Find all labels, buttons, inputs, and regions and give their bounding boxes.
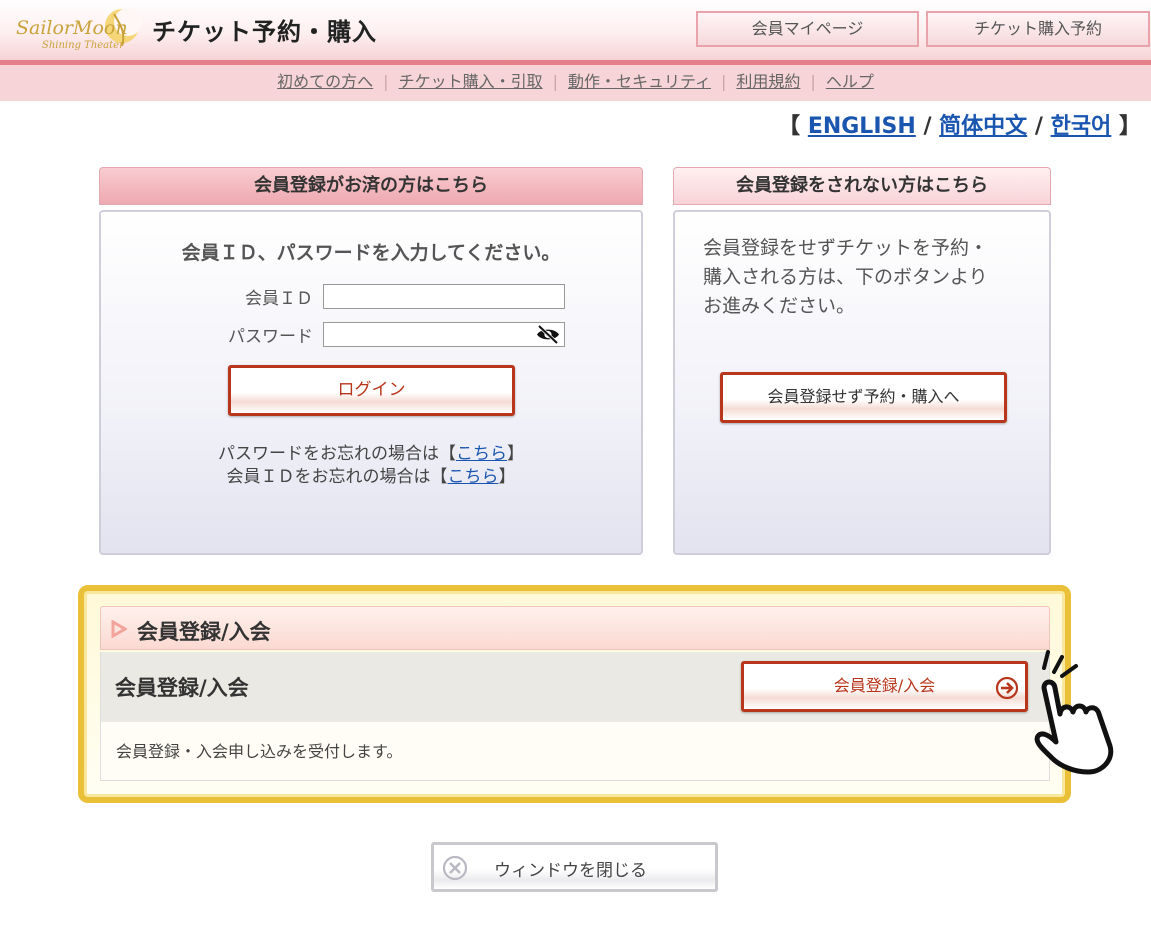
pointing-hand-icon — [1034, 650, 1114, 775]
forgot-password-suffix: 】 — [507, 444, 524, 464]
ticket-purchase-reservation-button[interactable]: チケット購入予約 — [926, 11, 1150, 47]
forgot-id-suffix: 】 — [498, 467, 516, 487]
registration-row: 会員登録/入会 会員登録/入会 — [100, 652, 1050, 722]
login-prompt: 会員ＩＤ、パスワードを入力してください。 — [181, 242, 561, 264]
forgot-password-text: パスワードをお忘れの場合は【 — [218, 444, 456, 464]
guest-panel: 会員登録をせずチケットを予約・購入される方は、下のボタンよりお進みください。 会… — [673, 210, 1051, 555]
member-login-panel: 会員ＩＤ、パスワードを入力してください。 会員ＩＤ パスワード ログイン パスワ… — [99, 210, 643, 555]
registration-description: 会員登録・入会申し込みを受付します。 — [100, 722, 1050, 781]
forgot-id-text: 会員ＩＤをお忘れの場合は【 — [226, 467, 448, 487]
lang-bracket-close: 】 — [1118, 114, 1141, 139]
arrow-right-circle-icon — [995, 676, 1019, 700]
nav-security[interactable]: 動作・セキュリティ — [568, 72, 711, 91]
close-window-label: ウィンドウを閉じる — [494, 861, 647, 881]
hide-password-icon[interactable] — [536, 325, 560, 344]
password-input[interactable] — [323, 322, 565, 347]
member-id-input[interactable] — [323, 284, 565, 309]
sailor-moon-logo[interactable]: SailorMoon Shining Theater — [14, 6, 144, 56]
continue-without-registration-button[interactable]: 会員登録せず予約・購入へ — [720, 372, 1007, 423]
registration-section-title: 会員登録/入会 — [137, 620, 271, 644]
login-button[interactable]: ログイン — [228, 365, 515, 416]
nav-separator: | — [810, 72, 816, 91]
header: SailorMoon Shining Theater チケット予約・購入 会員マ… — [0, 0, 1151, 60]
forgot-password-link[interactable]: こちら — [456, 444, 507, 464]
password-label: パスワード — [228, 327, 313, 347]
nav-ticket-purchase[interactable]: チケット購入・引取 — [399, 72, 543, 91]
nav-separator: | — [383, 72, 389, 91]
registration-section-header: 会員登録/入会 — [100, 606, 1050, 650]
close-window-button[interactable]: ウィンドウを閉じる — [431, 842, 718, 892]
member-mypage-button[interactable]: 会員マイページ — [696, 11, 919, 47]
lang-chinese-link[interactable]: 简体中文 — [939, 114, 1027, 139]
lang-english-link[interactable]: ENGLISH — [808, 114, 916, 139]
language-selector: 【 ENGLISH / 简体中文 / 한국어 】 — [778, 108, 1141, 140]
member-panel-heading: 会員登録がお済の方はこちら — [99, 167, 643, 205]
nav-separator: | — [721, 72, 727, 91]
lang-slash: / — [923, 114, 932, 139]
guest-description: 会員登録をせずチケットを予約・購入される方は、下のボタンよりお進みください。 — [703, 237, 989, 317]
svg-text:SailorMoon: SailorMoon — [16, 17, 128, 39]
forgot-password-line: パスワードをお忘れの場合は【こちら】 — [101, 439, 641, 464]
close-circle-icon — [442, 855, 468, 881]
lang-slash: / — [1034, 114, 1043, 139]
forgot-id-link[interactable]: こちら — [448, 467, 499, 487]
member-registration-button[interactable]: 会員登録/入会 — [741, 661, 1028, 712]
forgot-id-line: 会員ＩＤをお忘れの場合は【こちら】 — [101, 462, 641, 487]
nav-terms[interactable]: 利用規約 — [736, 72, 800, 91]
registration-row-title: 会員登録/入会 — [115, 676, 249, 700]
sub-navigation: 初めての方へ | チケット購入・引取 | 動作・セキュリティ | 利用規約 | ヘルプ — [0, 65, 1151, 101]
svg-text:Shining Theater: Shining Theater — [42, 40, 125, 51]
nav-first-time[interactable]: 初めての方へ — [277, 72, 373, 91]
lang-bracket-open: 【 — [778, 114, 801, 139]
guest-panel-heading: 会員登録をされない方はこちら — [673, 167, 1051, 205]
member-id-label: 会員ＩＤ — [245, 289, 313, 309]
nav-separator: | — [552, 72, 558, 91]
page-title: チケット予約・購入 — [152, 18, 377, 46]
nav-help[interactable]: ヘルプ — [826, 72, 874, 91]
triangle-right-icon — [111, 620, 127, 638]
lang-korean-link[interactable]: 한국어 — [1051, 114, 1112, 139]
member-registration-button-label: 会員登録/入会 — [833, 676, 936, 695]
